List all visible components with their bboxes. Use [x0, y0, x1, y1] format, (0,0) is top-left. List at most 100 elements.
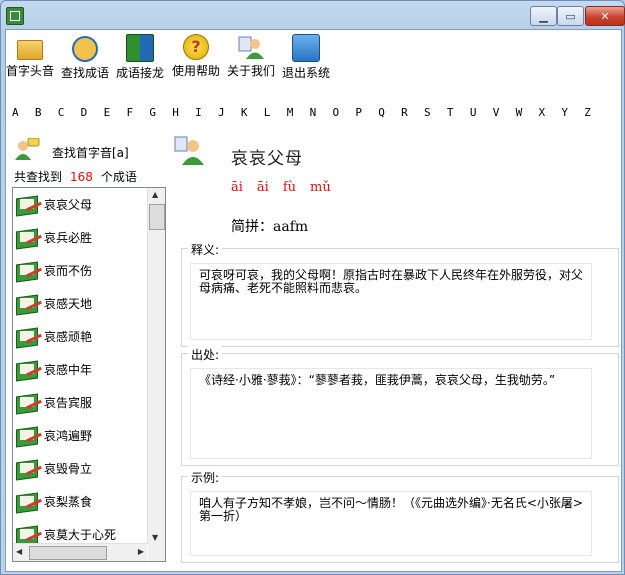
letter-r[interactable]: R [401, 106, 424, 119]
list-item-label: 哀感顽艳 [44, 330, 93, 344]
client-area: 首字头音 查找成语 成语接龙 ? 使用帮助 关于我们 退出系统 A B C D … [5, 29, 622, 572]
search-idiom-button[interactable]: 查找成语 [61, 34, 109, 81]
pinyin-3: fù [282, 180, 297, 195]
list-item[interactable]: 哀告宾服 [13, 386, 147, 419]
list-item[interactable]: 哀而不伤 [13, 254, 147, 287]
vertical-scroll-thumb[interactable] [149, 204, 165, 230]
letter-t[interactable]: T [447, 106, 470, 119]
letter-m[interactable]: M [287, 106, 310, 119]
list-item[interactable]: 哀兵必胜 [13, 221, 147, 254]
meaning-group: 释义: 可哀呀可哀，我的父母啊！原指古时在暴政下人民终年在外服劳役，对父母病痛、… [181, 241, 619, 347]
letter-x[interactable]: X [538, 106, 561, 119]
book-pen-icon [16, 293, 42, 316]
exit-button[interactable]: 退出系统 [282, 34, 330, 81]
list-item-label: 哀哀父母 [44, 198, 93, 212]
alphabet-bar: A B C D E F G H I J K L M N O P Q R S T … [12, 106, 607, 119]
idiom-chain-button[interactable]: 成语接龙 [116, 34, 164, 81]
letter-i[interactable]: I [195, 106, 218, 119]
count-prefix: 共查找到 [14, 170, 63, 184]
letter-v[interactable]: V [493, 106, 516, 119]
letter-c[interactable]: C [58, 106, 81, 119]
letter-q[interactable]: Q [378, 106, 401, 119]
letter-h[interactable]: H [172, 106, 195, 119]
pinyin-1: āi [231, 180, 243, 195]
idiom-title: 哀哀父母 [231, 149, 303, 169]
list-item[interactable]: 哀感顽艳 [13, 320, 147, 353]
letter-y[interactable]: Y [561, 106, 584, 119]
letter-j[interactable]: J [218, 106, 241, 119]
idiom-list[interactable]: 哀哀父母哀兵必胜哀而不伤哀感天地哀感顽艳哀感中年哀告宾服哀鸿遍野 哀毁骨立哀梨蒸食… [12, 187, 166, 562]
about-label: 关于我们 [227, 64, 276, 78]
scroll-down-icon[interactable]: ▼ [152, 533, 158, 542]
list-item-label: 哀告宾服 [44, 396, 93, 410]
list-item[interactable]: 哀梨蒸食 [13, 485, 147, 518]
scroll-left-icon[interactable]: ◀ [16, 547, 22, 556]
idiom-pinyin: āi āi fù mǔ [231, 180, 331, 195]
meaning-label: 释义: [188, 241, 223, 258]
example-label: 示例: [188, 469, 223, 486]
scroll-corner [148, 544, 165, 561]
help-icon: ? [183, 34, 209, 60]
about-icon [238, 34, 264, 60]
letter-d[interactable]: D [81, 106, 104, 119]
list-item-label: 哀兵必胜 [44, 231, 93, 245]
letter-e[interactable]: E [104, 106, 127, 119]
letter-u[interactable]: U [470, 106, 493, 119]
idiom-abbreviation: 简拼：aafm [231, 216, 308, 236]
horizontal-scrollbar[interactable]: ◀ ▶ [13, 543, 147, 561]
letter-b[interactable]: B [35, 106, 58, 119]
list-item[interactable]: 哀毁骨立 [13, 452, 147, 485]
letter-o[interactable]: O [332, 106, 355, 119]
letter-a[interactable]: A [12, 106, 35, 119]
letter-n[interactable]: N [310, 106, 333, 119]
list-item[interactable]: 哀鸿遍野 [13, 419, 147, 452]
book-pen-icon [16, 458, 42, 481]
help-label: 使用帮助 [172, 64, 221, 78]
minimize-button[interactable]: ▁ [530, 6, 557, 26]
example-group: 示例: 咱人有子方知不孝娘，岂不问～情肠！（《元曲选外编》·无名氏<小张屠>第一… [181, 469, 619, 563]
source-group: 出处: 《诗经·小雅·蓼莪》：“蓼蓼者莪，匪莪伊蒿，哀哀父母，生我劬劳。” [181, 346, 619, 466]
books-icon [126, 34, 154, 62]
scroll-up-icon[interactable]: ▲ [152, 190, 158, 199]
book-pen-icon [16, 425, 42, 448]
book-pen-icon [16, 524, 42, 547]
list-item-label: 哀感天地 [44, 297, 93, 311]
list-item-label: 哀感中年 [44, 363, 93, 377]
help-button[interactable]: ? 使用帮助 [172, 34, 220, 79]
letter-w[interactable]: W [516, 106, 539, 119]
list-item[interactable]: 哀感天地 [13, 287, 147, 320]
list-item-label: 哀莫大于心死 [44, 528, 117, 542]
meaning-text: 可哀呀可哀，我的父母啊！原指古时在暴政下人民终年在外服劳役，对父母病痛、老死不能… [190, 263, 592, 340]
letter-p[interactable]: P [355, 106, 378, 119]
book-pen-icon [16, 227, 42, 250]
source-text: 《诗经·小雅·蓼莪》：“蓼蓼者莪，匪莪伊蒿，哀哀父母，生我劬劳。” [190, 368, 592, 459]
about-button[interactable]: 关于我们 [227, 34, 275, 79]
count-number: 168 [70, 170, 93, 184]
close-button[interactable]: ✕ [585, 6, 625, 26]
letter-l[interactable]: L [264, 106, 287, 119]
letter-f[interactable]: F [126, 106, 149, 119]
abbr-value: aafm [273, 219, 309, 235]
pinyin-4: mǔ [310, 180, 331, 195]
letter-g[interactable]: G [149, 106, 172, 119]
letter-s[interactable]: S [424, 106, 447, 119]
exit-label: 退出系统 [282, 66, 331, 80]
book-pen-icon [16, 392, 42, 415]
letter-k[interactable]: K [241, 106, 264, 119]
count-suffix: 个成语 [100, 170, 137, 184]
list-item[interactable]: 哀哀父母 [13, 188, 147, 221]
list-item[interactable]: 哀感中年 [13, 353, 147, 386]
list-item-label: 哀梨蒸食 [44, 495, 93, 509]
maximize-button[interactable]: ▭ [557, 6, 584, 26]
horizontal-scroll-thumb[interactable] [29, 546, 107, 560]
pinyin-2: āi [256, 180, 269, 195]
first-letter-button[interactable]: 首字头音 [6, 34, 54, 79]
idiom-chain-label: 成语接龙 [116, 66, 165, 80]
source-label: 出处: [188, 346, 223, 363]
title-bar: ▁ ▭ ✕ [1, 1, 625, 29]
vertical-scrollbar[interactable]: ▲ ▼ [147, 188, 165, 544]
letter-z[interactable]: Z [584, 106, 607, 119]
scroll-right-icon[interactable]: ▶ [138, 547, 144, 556]
main-window: ▁ ▭ ✕ 首字头音 查找成语 成语接龙 ? 使用帮助 关于我们 退出系统 A … [0, 0, 625, 575]
book-pen-icon [16, 194, 42, 217]
